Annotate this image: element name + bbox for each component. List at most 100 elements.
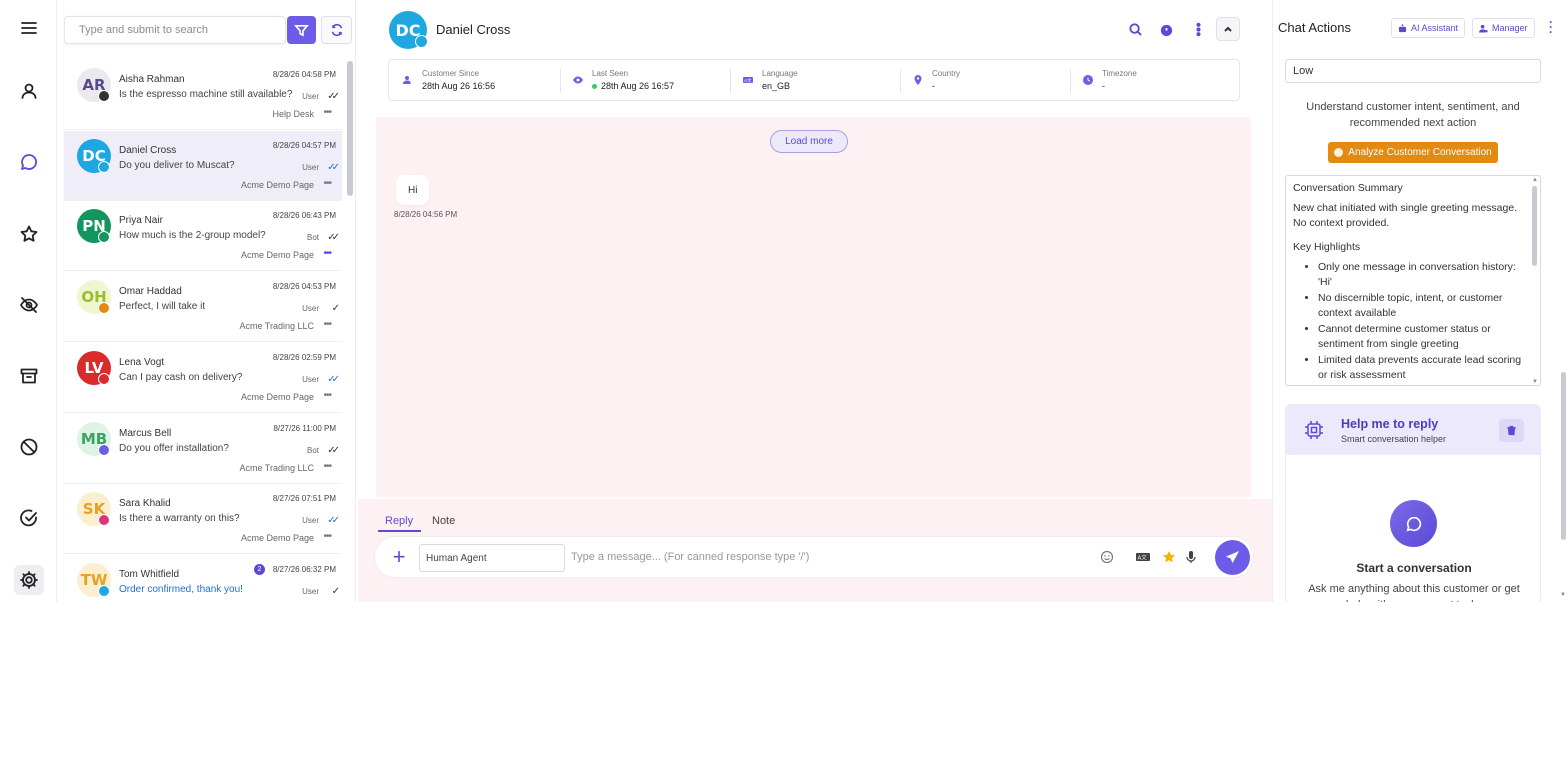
panel-scrollbar[interactable] — [1561, 372, 1566, 540]
highlight-item: Only one message in conversation history… — [1318, 260, 1524, 290]
conversation-item[interactable]: AR Aisha Rahman 8/28/26 04:58 PM Is the esp… — [64, 60, 342, 130]
conversation-source: Acme Demo Page — [240, 250, 314, 261]
conversation-item[interactable]: LV Lena Vogt 8/28/26 02:59 PM Can I pay cas… — [64, 343, 342, 413]
sender-type: User — [302, 516, 319, 526]
clear-helper-button[interactable] — [1499, 419, 1524, 442]
resolved-icon[interactable] — [14, 503, 44, 533]
hidden-icon[interactable] — [14, 290, 44, 320]
message-thread: Load more Hi 8/28/26 04:56 PM — [376, 117, 1251, 497]
conversation-time: 8/28/26 06:43 PM — [272, 211, 336, 221]
send-button[interactable] — [1215, 540, 1250, 575]
search-chat-button[interactable] — [1126, 20, 1144, 38]
conversation-item[interactable]: OH Omar Haddad 8/28/26 04:53 PM Perfect, I … — [64, 272, 342, 343]
more-horizontal-icon[interactable]: ••• — [323, 107, 331, 118]
analyze-conversation-button[interactable]: Analyze Customer Conversation — [1328, 142, 1498, 163]
manager-button[interactable]: Manager — [1472, 18, 1535, 38]
tab-reply[interactable]: Reply — [385, 515, 413, 527]
conversation-source: Acme Demo Page — [240, 391, 314, 402]
emoji-icon[interactable] — [1099, 549, 1115, 565]
conversation-name: Daniel Cross — [119, 144, 177, 156]
microphone-icon[interactable] — [1183, 549, 1199, 565]
send-icon — [1225, 550, 1240, 564]
composer-area: Reply Note + Human Agent A文 — [358, 499, 1272, 602]
panel-scroll-down-icon[interactable]: ▼ — [1560, 592, 1566, 598]
user-clock-icon — [403, 72, 413, 84]
priority-field[interactable]: Low — [1285, 59, 1541, 83]
conversation-item[interactable]: TW Tom Whitfield 2 8/27/26 06:32 PM Order co… — [64, 555, 342, 602]
timer-button[interactable] — [1157, 20, 1175, 38]
summary-scrollbar[interactable] — [1532, 186, 1537, 266]
conversation-source: Help Desk — [272, 109, 314, 119]
channel-badge-icon — [98, 443, 110, 456]
conversation-item[interactable]: PN Priya Nair 8/28/26 06:43 PM How much is … — [64, 201, 342, 272]
ai-assistant-button[interactable]: AI Assistant — [1391, 18, 1466, 38]
conversation-time: 8/27/26 07:51 PM — [272, 494, 336, 504]
more-horizontal-icon[interactable]: ••• — [323, 461, 331, 472]
collapse-button[interactable] — [1216, 17, 1240, 41]
conversation-item[interactable]: DC Daniel Cross 8/28/26 04:57 PM Do you del… — [64, 130, 342, 201]
reply-helper-title: Help me to reply — [1341, 417, 1439, 431]
scroll-down-icon[interactable]: ▼ — [1532, 379, 1538, 385]
location-pin-icon — [913, 72, 923, 85]
sender-type: User — [302, 586, 319, 596]
conversation-time: 8/27/26 06:32 PM — [272, 564, 336, 574]
filter-button[interactable] — [287, 16, 316, 44]
unread-count-badge: 2 — [254, 563, 265, 575]
contacts-icon[interactable] — [14, 76, 44, 106]
tab-note[interactable]: Note — [432, 515, 455, 527]
list-scrollbar[interactable] — [347, 61, 353, 196]
conversation-time: 8/28/26 02:59 PM — [272, 352, 336, 362]
star-icon[interactable] — [1161, 549, 1177, 565]
conversation-name: Omar Haddad — [119, 286, 182, 298]
conversation-name: Marcus Bell — [119, 427, 172, 439]
read-status-icon: ✓ — [331, 303, 341, 315]
more-horizontal-icon[interactable]: ••• — [323, 248, 331, 259]
attach-plus-icon[interactable]: + — [389, 546, 409, 568]
more-options-button[interactable] — [1189, 20, 1207, 38]
more-horizontal-icon[interactable]: ••• — [323, 531, 331, 542]
search-icon — [1128, 22, 1142, 36]
sender-type: Bot — [306, 233, 319, 243]
conversation-time: 8/28/26 04:58 PM — [272, 70, 336, 79]
message-input[interactable] — [571, 547, 1091, 567]
menu-icon[interactable] — [14, 13, 44, 43]
blocked-icon[interactable] — [14, 432, 44, 462]
conversation-time: 8/28/26 04:53 PM — [272, 282, 336, 292]
conversation-name: Tom Whitfield — [119, 568, 180, 580]
read-status-icon: ✓✓ — [327, 161, 340, 173]
customer-info-bar: Customer Since 28th Aug 26 16:56 Last Se… — [388, 59, 1240, 101]
chat-area: DC Daniel Cross Customer Since 28th Aug … — [358, 0, 1272, 602]
summary-text: New chat initiated with single greeting … — [1293, 202, 1518, 229]
more-horizontal-icon[interactable]: ••• — [323, 319, 331, 330]
settings-icon[interactable] — [14, 565, 44, 595]
load-more-button[interactable]: Load more — [770, 130, 848, 153]
highlight-item: Cannot determine customer status or sent… — [1318, 322, 1524, 352]
archive-icon[interactable] — [14, 361, 44, 391]
starred-icon[interactable] — [14, 219, 44, 249]
reply-helper-subtitle: Smart conversation helper — [1341, 434, 1447, 444]
conversation-source: Acme Trading LLC — [239, 321, 314, 332]
chats-icon[interactable] — [14, 147, 44, 177]
chevron-up-icon — [1224, 26, 1232, 32]
translate-icon[interactable]: A文 — [1135, 549, 1151, 565]
message-timestamp: 8/28/26 04:56 PM — [394, 210, 458, 219]
search-input[interactable] — [65, 17, 285, 43]
clock-icon — [1083, 72, 1093, 85]
read-status-icon: ✓✓ — [327, 444, 340, 456]
scroll-up-icon[interactable]: ▲ — [1532, 177, 1538, 183]
contact-name: Daniel Cross — [436, 22, 511, 37]
sender-type: User — [302, 374, 319, 384]
panel-more-icon[interactable]: · · · — [1548, 16, 1554, 38]
refresh-button[interactable] — [321, 16, 352, 44]
channel-badge-icon — [98, 514, 110, 527]
conversation-item[interactable]: SK Sara Khalid 8/27/26 07:51 PM Is there a … — [64, 484, 342, 555]
conversation-preview: Is the espresso machine still available? — [119, 89, 293, 100]
sparkle-icon — [1334, 148, 1344, 157]
more-horizontal-icon[interactable]: ••• — [323, 390, 331, 401]
intent-description: Understand customer intent, sentiment, a… — [1306, 101, 1520, 129]
conversation-preview: Do you deliver to Muscat? — [119, 159, 235, 171]
more-horizontal-icon[interactable]: ••• — [323, 178, 331, 189]
agent-select[interactable]: Human Agent — [419, 544, 565, 572]
conversation-name: Priya Nair — [119, 215, 163, 227]
conversation-item[interactable]: MB Marcus Bell 8/27/26 11:00 PM Do you offe… — [64, 414, 342, 484]
